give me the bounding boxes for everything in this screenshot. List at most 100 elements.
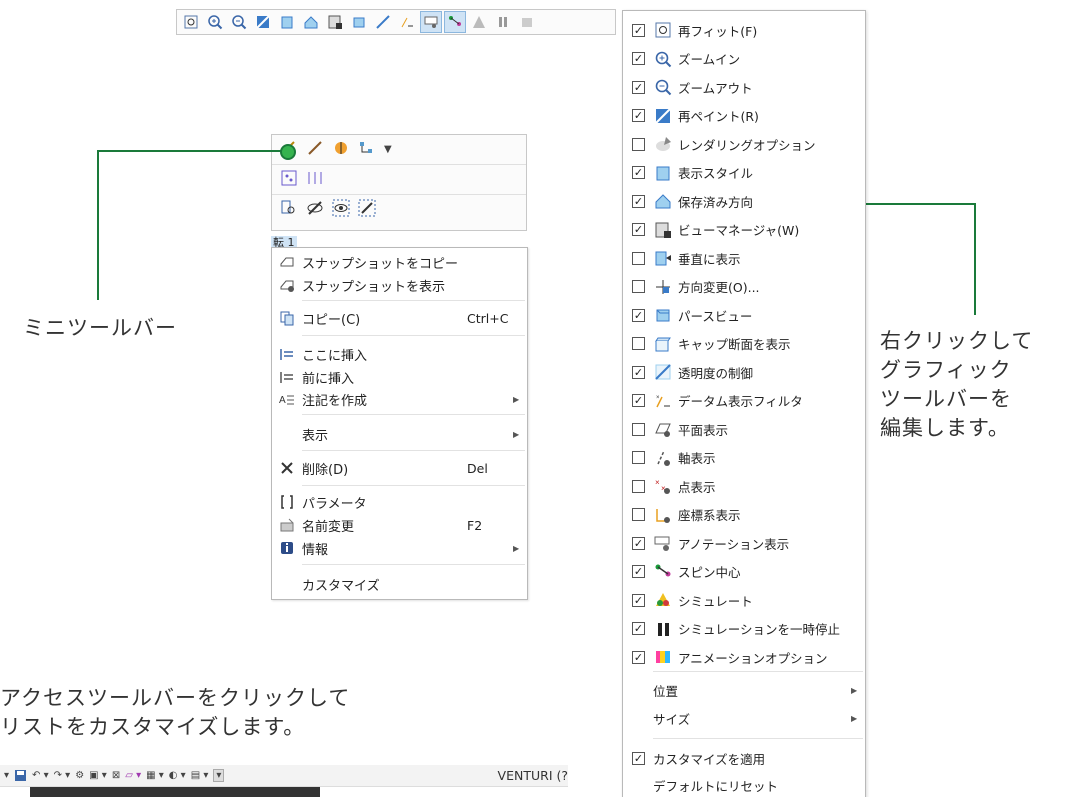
checkbox[interactable]: ✓ bbox=[632, 80, 645, 94]
checkbox[interactable] bbox=[632, 137, 645, 151]
pattern-icon[interactable] bbox=[280, 169, 298, 191]
close-window-icon[interactable]: ⊠ bbox=[112, 770, 120, 781]
simulate-icon[interactable] bbox=[468, 11, 490, 33]
appearance-icon[interactable]: ◐ ▾ bbox=[169, 770, 186, 781]
view-manager-icon[interactable]: ▤ ▾ bbox=[191, 770, 209, 781]
edit-link-icon[interactable] bbox=[306, 139, 324, 161]
customize-option-refit[interactable]: ✓ 再フィット(F) bbox=[623, 17, 865, 43]
saved-orientation-icon[interactable] bbox=[300, 11, 322, 33]
reset-default-item[interactable]: デフォルトにリセット bbox=[623, 772, 865, 797]
customize-option-view-manager[interactable]: ✓ ビューマネージャ(W) bbox=[623, 217, 865, 243]
checkbox[interactable] bbox=[632, 451, 645, 464]
checkbox[interactable]: ✓ bbox=[632, 650, 645, 664]
grid-icon[interactable]: ▦ ▾ bbox=[146, 770, 164, 781]
save-icon[interactable] bbox=[14, 769, 27, 782]
repaint-icon[interactable] bbox=[252, 11, 274, 33]
checkbox[interactable] bbox=[632, 280, 645, 293]
customize-option-cap-section[interactable]: キャップ断面を表示 bbox=[623, 331, 865, 357]
apply-customization-item[interactable]: ✓ カスタマイズを適用 bbox=[623, 745, 865, 771]
customize-option-point-display[interactable]: × × 点表示 bbox=[623, 473, 865, 499]
customize-option-axis-display[interactable]: 軸表示 bbox=[623, 445, 865, 471]
position-submenu-item[interactable]: 位置 ▶ bbox=[623, 677, 865, 703]
checkbox[interactable]: ✓ bbox=[632, 52, 645, 65]
customize-option-transparency[interactable]: ✓ 透明度の制御 bbox=[623, 359, 865, 385]
checkbox[interactable]: ✓ bbox=[632, 394, 645, 407]
perspective-icon[interactable] bbox=[348, 11, 370, 33]
show-item[interactable]: 表示 ▶ bbox=[272, 423, 527, 445]
appearance-icon[interactable] bbox=[332, 139, 350, 161]
redo-icon[interactable]: ↷ ▾ bbox=[54, 770, 71, 781]
refit-icon[interactable] bbox=[180, 11, 202, 33]
tree-icon[interactable] bbox=[358, 139, 376, 161]
checkbox[interactable]: ✓ bbox=[632, 166, 645, 179]
mirror-icon[interactable] bbox=[306, 169, 324, 191]
customize-option-rendering[interactable]: レンダリングオプション bbox=[623, 131, 865, 157]
checkbox[interactable] bbox=[632, 479, 645, 493]
regenerate-icon[interactable]: ⚙ bbox=[75, 770, 84, 781]
insert-before-item[interactable]: 前に挿入 bbox=[272, 366, 527, 388]
delete-item[interactable]: 削除(D) Del bbox=[272, 457, 527, 479]
checkbox[interactable]: ✓ bbox=[632, 751, 645, 765]
spin-center-icon[interactable] bbox=[444, 11, 466, 33]
annotation-display-icon[interactable] bbox=[420, 11, 442, 33]
checkbox[interactable] bbox=[632, 422, 645, 436]
datum-filter-icon[interactable] bbox=[396, 11, 418, 33]
pause-icon[interactable] bbox=[492, 11, 514, 33]
checkbox[interactable]: ✓ bbox=[632, 536, 645, 550]
view-manager-icon[interactable] bbox=[324, 11, 346, 33]
insert-here-item[interactable]: ここに挿入 bbox=[272, 343, 527, 365]
search-part-icon[interactable] bbox=[280, 199, 298, 221]
customize-option-csys-display[interactable]: 座標系表示 bbox=[623, 502, 865, 528]
customize-option-repaint[interactable]: ✓ 再ペイント(R) bbox=[623, 103, 865, 129]
show-snapshot-item[interactable]: スナップショットを表示 bbox=[272, 274, 527, 296]
parameters-item[interactable]: パラメータ bbox=[272, 491, 527, 513]
customize-qat-icon[interactable]: ▾ bbox=[213, 769, 225, 782]
checkbox[interactable]: ✓ bbox=[632, 194, 645, 208]
show-icon[interactable] bbox=[332, 199, 350, 221]
customize-item[interactable]: カスタマイズ bbox=[272, 573, 527, 595]
checkbox[interactable]: ✓ bbox=[632, 23, 645, 37]
sketch-icon[interactable]: ▱ ▾ bbox=[125, 770, 141, 781]
customize-option-perspective[interactable]: ✓ パースビュー bbox=[623, 302, 865, 328]
customize-option-annotation-display[interactable]: ✓ アノテーション表示 bbox=[623, 530, 865, 556]
customize-option-datum-filter[interactable]: ✓ × データム表示フィルタ bbox=[623, 388, 865, 414]
customize-option-pause[interactable]: ✓ シミュレーションを一時停止 bbox=[623, 616, 865, 642]
display-style-icon[interactable] bbox=[276, 11, 298, 33]
zoom-in-icon[interactable] bbox=[204, 11, 226, 33]
checkbox[interactable]: ✓ bbox=[632, 565, 645, 578]
copy-snapshot-item[interactable]: スナップショットをコピー bbox=[272, 251, 527, 273]
checkbox[interactable]: ✓ bbox=[632, 593, 645, 607]
customize-option-animation[interactable]: ✓ アニメーションオプション bbox=[623, 644, 865, 670]
menu-icon[interactable]: ▾ bbox=[4, 770, 9, 781]
info-item[interactable]: 情報 ▶ bbox=[272, 537, 527, 559]
checkbox[interactable]: ✓ bbox=[632, 109, 645, 122]
customize-option-zoom-in[interactable]: ✓ ズームイン bbox=[623, 46, 865, 72]
zoom-out-icon[interactable] bbox=[228, 11, 250, 33]
customize-option-zoom-out[interactable]: ✓ ズームアウト bbox=[623, 74, 865, 100]
customize-option-simulate[interactable]: ✓ シミュレート bbox=[623, 587, 865, 613]
checkbox[interactable] bbox=[632, 251, 645, 265]
animation-icon[interactable] bbox=[516, 11, 538, 33]
dropdown-arrow-icon[interactable]: ▼ bbox=[384, 144, 392, 155]
checkbox[interactable]: ✓ bbox=[632, 308, 645, 322]
copy-item[interactable]: コピー(C) Ctrl+C bbox=[272, 307, 527, 329]
customize-option-normal-view[interactable]: 垂直に表示 bbox=[623, 245, 865, 271]
customize-option-saved-orientation[interactable]: ✓ 保存済み方向 bbox=[623, 188, 865, 214]
size-submenu-item[interactable]: サイズ ▶ bbox=[623, 705, 865, 731]
windows-icon[interactable]: ▣ ▾ bbox=[89, 770, 107, 781]
checkbox[interactable]: ✓ bbox=[632, 622, 645, 635]
rename-item[interactable]: 名前変更 F2 bbox=[272, 514, 527, 536]
checkbox[interactable]: ✓ bbox=[632, 223, 645, 236]
checkbox[interactable]: ✓ bbox=[632, 365, 645, 379]
checkbox[interactable] bbox=[632, 508, 645, 521]
customize-option-display-style[interactable]: ✓ 表示スタイル bbox=[623, 160, 865, 186]
unhide-icon[interactable] bbox=[358, 199, 376, 221]
create-note-item[interactable]: A 注記を作成 ▶ bbox=[272, 388, 527, 410]
customize-option-spin-center[interactable]: ✓ スピン中心 bbox=[623, 559, 865, 585]
customize-option-plane-display[interactable]: 平面表示 bbox=[623, 416, 865, 442]
hide-icon[interactable] bbox=[306, 199, 324, 221]
checkbox[interactable] bbox=[632, 337, 645, 350]
customize-option-reorient[interactable]: 方向変更(O)... bbox=[623, 274, 865, 300]
transparency-icon[interactable] bbox=[372, 11, 394, 33]
undo-icon[interactable]: ↶ ▾ bbox=[32, 770, 49, 781]
